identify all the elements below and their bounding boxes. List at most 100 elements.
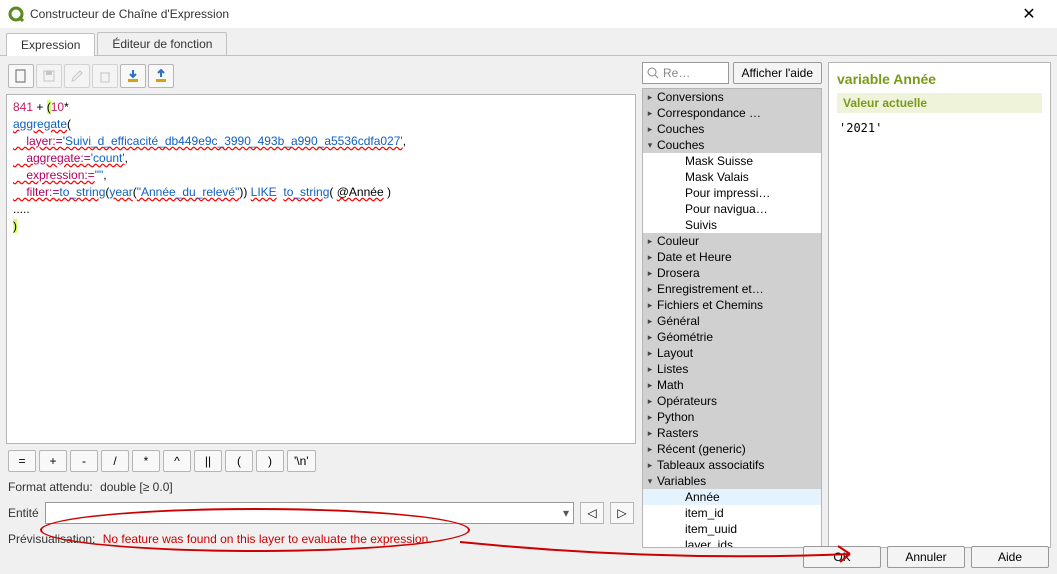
show-help-button[interactable]: Afficher l'aide — [733, 62, 822, 84]
tree-item[interactable]: item_uuid — [643, 521, 821, 537]
titlebar: Constructeur de Chaîne d'Expression ✕ — [0, 0, 1057, 28]
edit-icon[interactable] — [64, 64, 90, 88]
operator-button[interactable]: = — [8, 450, 36, 472]
expand-icon: ▸ — [643, 252, 657, 263]
tab-bar: Expression Éditeur de fonction — [0, 28, 1057, 56]
tree-group[interactable]: ▸Tableaux associatifs — [643, 457, 821, 473]
tree-group[interactable]: ▾Couches — [643, 137, 821, 153]
prev-entity-button[interactable]: ◁ — [580, 502, 604, 524]
help-title: variable Année — [837, 71, 1042, 87]
preview-label: Prévisualisation: — [8, 532, 95, 546]
tree-group[interactable]: ▸Date et Heure — [643, 249, 821, 265]
tree-group[interactable]: ▸Correspondance … — [643, 105, 821, 121]
tree-group[interactable]: ▸Drosera — [643, 265, 821, 281]
search-input[interactable]: Re… — [642, 62, 729, 84]
tree-item[interactable]: Pour navigua… — [643, 201, 821, 217]
tree-item[interactable]: Pour impressi… — [643, 185, 821, 201]
operator-button[interactable]: - — [70, 450, 98, 472]
import-icon[interactable] — [120, 64, 146, 88]
expand-icon: ▸ — [643, 396, 657, 407]
tree-label: Année — [657, 490, 817, 504]
tree-label: Couches — [657, 138, 817, 152]
entity-combo[interactable]: ▾ — [45, 502, 574, 524]
window-title: Constructeur de Chaîne d'Expression — [30, 7, 1009, 21]
tree-item[interactable]: Mask Valais — [643, 169, 821, 185]
operator-button[interactable]: ^ — [163, 450, 191, 472]
expand-icon: ▸ — [643, 124, 657, 135]
close-icon[interactable]: ✕ — [1009, 4, 1049, 24]
operator-button[interactable]: '\n' — [287, 450, 316, 472]
tree-group[interactable]: ▸Listes — [643, 361, 821, 377]
expand-icon: ▸ — [643, 364, 657, 375]
tree-label: Général — [657, 314, 817, 328]
tree-label: Fichiers et Chemins — [657, 298, 817, 312]
tree-group[interactable]: ▸Rasters — [643, 425, 821, 441]
operator-button[interactable]: * — [132, 450, 160, 472]
expand-icon: ▸ — [643, 92, 657, 103]
tree-label: Mask Valais — [657, 170, 817, 184]
expand-icon: ▸ — [643, 236, 657, 247]
tab-function-editor[interactable]: Éditeur de fonction — [97, 32, 227, 55]
save-icon[interactable] — [36, 64, 62, 88]
tree-label: Layout — [657, 346, 817, 360]
tree-item[interactable]: Année — [643, 489, 821, 505]
tree-group[interactable]: ▾Variables — [643, 473, 821, 489]
tree-item[interactable]: Suivis — [643, 217, 821, 233]
operator-button[interactable]: / — [101, 450, 129, 472]
tree-label: Mask Suisse — [657, 154, 817, 168]
tree-group[interactable]: ▸Général — [643, 313, 821, 329]
tree-group[interactable]: ▸Récent (generic) — [643, 441, 821, 457]
expand-icon: ▸ — [643, 428, 657, 439]
tree-label: Conversions — [657, 90, 817, 104]
tree-group[interactable]: ▸Enregistrement et… — [643, 281, 821, 297]
tree-group[interactable]: ▸Conversions — [643, 89, 821, 105]
tree-label: Pour impressi… — [657, 186, 817, 200]
tree-label: Variables — [657, 474, 817, 488]
tree-label: Date et Heure — [657, 250, 817, 264]
operator-button[interactable]: + — [39, 450, 67, 472]
tree-group[interactable]: ▸Géométrie — [643, 329, 821, 345]
tree-label: Rasters — [657, 426, 817, 440]
expand-icon: ▸ — [643, 284, 657, 295]
tree-group[interactable]: ▸Math — [643, 377, 821, 393]
tree-label: layer_ids — [657, 538, 817, 548]
tree-item[interactable]: Mask Suisse — [643, 153, 821, 169]
search-icon — [647, 67, 659, 79]
tree-group[interactable]: ▸Fichiers et Chemins — [643, 297, 821, 313]
tree-label: Récent (generic) — [657, 442, 817, 456]
tab-expression[interactable]: Expression — [6, 33, 95, 56]
current-value: '2021' — [837, 119, 1042, 137]
cancel-button[interactable]: Annuler — [887, 546, 965, 568]
delete-icon[interactable] — [92, 64, 118, 88]
operator-button[interactable]: || — [194, 450, 222, 472]
tree-label: Correspondance … — [657, 106, 817, 120]
help-button[interactable]: Aide — [971, 546, 1049, 568]
tree-label: Pour navigua… — [657, 202, 817, 216]
expand-icon: ▸ — [643, 348, 657, 359]
new-file-icon[interactable] — [8, 64, 34, 88]
ok-button[interactable]: OK — [803, 546, 881, 568]
tree-label: Couches — [657, 122, 817, 136]
tree-label: Drosera — [657, 266, 817, 280]
tree-group[interactable]: ▸Couleur — [643, 233, 821, 249]
tree-item[interactable]: item_id — [643, 505, 821, 521]
export-icon[interactable] — [148, 64, 174, 88]
help-panel: variable Année Valeur actuelle '2021' — [828, 62, 1051, 548]
tree-group[interactable]: ▸Layout — [643, 345, 821, 361]
operator-button[interactable]: ( — [225, 450, 253, 472]
expand-icon: ▸ — [643, 300, 657, 311]
function-tree[interactable]: ▸Conversions▸Correspondance …▸Couches▾Co… — [642, 88, 822, 548]
expand-icon: ▸ — [643, 332, 657, 343]
tree-label: Python — [657, 410, 817, 424]
expression-editor[interactable]: 841 + (10*aggregate( layer:='Suivi_d_eff… — [6, 94, 636, 444]
search-placeholder: Re… — [663, 66, 690, 80]
tree-group[interactable]: ▸Couches — [643, 121, 821, 137]
tree-item[interactable]: layer_ids — [643, 537, 821, 548]
tree-group[interactable]: ▸Opérateurs — [643, 393, 821, 409]
expand-icon: ▸ — [643, 444, 657, 455]
tree-label: Enregistrement et… — [657, 282, 817, 296]
operator-button[interactable]: ) — [256, 450, 284, 472]
tree-group[interactable]: ▸Python — [643, 409, 821, 425]
operator-row: =+-/*^||()'\n' — [6, 448, 636, 474]
next-entity-button[interactable]: ▷ — [610, 502, 634, 524]
